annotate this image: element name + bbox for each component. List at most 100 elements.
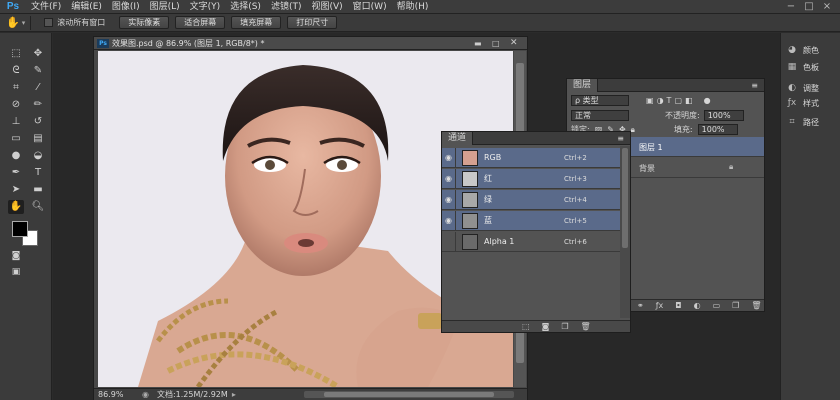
- dodge-tool-icon[interactable]: ◒: [30, 149, 46, 163]
- filter-toggle-icon[interactable]: ●: [704, 96, 711, 105]
- dock-styles[interactable]: ƒx 样式: [785, 96, 819, 110]
- opacity-field[interactable]: 100%: [703, 110, 744, 121]
- blend-mode-dropdown[interactable]: 正常: [571, 110, 629, 121]
- quick-select-tool-icon[interactable]: ✎: [30, 64, 46, 78]
- delete-layer-icon[interactable]: 🗑︎: [751, 301, 761, 310]
- layer-name[interactable]: 背景: [639, 163, 655, 174]
- add-mask-icon[interactable]: ◘: [675, 301, 681, 310]
- horizontal-scrollbar[interactable]: [304, 391, 514, 398]
- fill-field[interactable]: 100%: [697, 124, 738, 135]
- tab-channels[interactable]: 通道: [442, 131, 474, 145]
- menu-window[interactable]: 窗口(W): [348, 0, 392, 14]
- screen-mode-icon[interactable]: ▣: [8, 265, 24, 279]
- menu-edit[interactable]: 编辑(E): [66, 0, 107, 14]
- dock-paths[interactable]: ⌗ 路径: [785, 115, 819, 129]
- layer-name[interactable]: 图层 1: [639, 142, 663, 153]
- fill-label: 填充:: [673, 125, 693, 134]
- menu-type[interactable]: 文字(Y): [185, 0, 226, 14]
- link-layers-icon[interactable]: ⚭: [637, 301, 644, 310]
- quick-mask-icon[interactable]: ◙: [8, 249, 24, 263]
- scrollbar-thumb[interactable]: [622, 148, 628, 248]
- tool-preset-chevron-icon[interactable]: ▾: [22, 19, 26, 27]
- menu-select[interactable]: 选择(S): [225, 0, 266, 14]
- smart-filter-icon[interactable]: ◧: [685, 96, 693, 105]
- brush-tool-icon[interactable]: ✏: [30, 98, 46, 112]
- shape-filter-icon[interactable]: ▢: [674, 96, 682, 105]
- minimize-icon[interactable]: −: [784, 0, 798, 14]
- path-select-tool-icon[interactable]: ➤: [8, 183, 24, 197]
- print-size-button[interactable]: 打印尺寸: [287, 16, 338, 29]
- marquee-tool-icon[interactable]: ⬚: [8, 47, 24, 61]
- new-channel-icon[interactable]: ❐: [561, 322, 568, 331]
- ps-file-icon: Ps: [97, 38, 109, 48]
- close-icon[interactable]: ×: [820, 0, 834, 14]
- styles-icon: ƒx: [787, 98, 797, 108]
- dock-adjustments[interactable]: ◐ 调整: [785, 81, 819, 95]
- eye-icon[interactable]: ◉: [442, 189, 456, 210]
- healing-brush-tool-icon[interactable]: ⊘: [8, 98, 24, 112]
- zoom-level[interactable]: 86.9%: [98, 390, 142, 399]
- eye-icon[interactable]: ◉: [442, 147, 456, 168]
- fill-screen-button[interactable]: 填充屏幕: [231, 16, 282, 29]
- menu-help[interactable]: 帮助(H): [392, 0, 434, 14]
- eye-icon[interactable]: ◉: [442, 168, 456, 189]
- menu-image[interactable]: 图像(I): [107, 0, 145, 14]
- clone-stamp-tool-icon[interactable]: ⊥: [8, 115, 24, 129]
- hand-tool-icon[interactable]: ✋: [8, 200, 24, 214]
- fit-screen-button[interactable]: 适合屏幕: [175, 16, 226, 29]
- new-layer-icon[interactable]: ❐: [732, 301, 739, 310]
- divider: [30, 15, 32, 30]
- lock-all-icon[interactable]: 🔒︎: [631, 125, 635, 135]
- status-menu-chevron-icon[interactable]: ▸: [232, 390, 236, 399]
- adjust-filter-icon[interactable]: ◑: [657, 96, 664, 105]
- eye-hidden-icon[interactable]: [442, 231, 456, 252]
- channel-row-blue[interactable]: ◉ 蓝 Ctrl+5: [442, 210, 620, 231]
- delete-channel-icon[interactable]: 🗑︎: [581, 322, 591, 331]
- channel-row-green[interactable]: ◉ 绿 Ctrl+4: [442, 189, 620, 210]
- channel-row-alpha[interactable]: Alpha 1 Ctrl+6: [442, 231, 620, 252]
- eye-icon[interactable]: ◉: [442, 210, 456, 231]
- pixel-filter-icon[interactable]: ▣: [646, 96, 654, 105]
- tab-layers[interactable]: 图层: [567, 78, 599, 92]
- move-tool-icon[interactable]: ✥: [30, 47, 46, 61]
- crop-tool-icon[interactable]: ⌗: [8, 81, 24, 95]
- scroll-all-checkbox[interactable]: [44, 18, 54, 27]
- menu-filter[interactable]: 滤镜(T): [266, 0, 307, 14]
- menu-file[interactable]: 文件(F): [26, 0, 66, 14]
- actual-pixels-button[interactable]: 实际像素: [119, 16, 170, 29]
- load-selection-icon[interactable]: ⬚: [522, 322, 530, 331]
- eraser-tool-icon[interactable]: ▭: [8, 132, 24, 146]
- foreground-color-swatch[interactable]: [12, 221, 28, 237]
- document-tab[interactable]: Ps 效果图.psd @ 86.9% (图层 1, RGB/8*) * ▬ □ …: [94, 37, 527, 50]
- channels-scrollbar[interactable]: [620, 146, 630, 318]
- menu-layer[interactable]: 图层(L): [145, 0, 185, 14]
- dock-color[interactable]: ◕ 颜色: [785, 43, 819, 57]
- gradient-tool-icon[interactable]: ▤: [30, 132, 46, 146]
- close-icon[interactable]: ✕: [510, 38, 518, 48]
- zoom-tool-icon[interactable]: 🔍︎: [30, 200, 46, 214]
- menu-view[interactable]: 视图(V): [306, 0, 347, 14]
- type-tool-icon[interactable]: T: [30, 166, 46, 180]
- channel-row-rgb[interactable]: ◉ RGB Ctrl+2: [442, 147, 620, 168]
- minimize-icon[interactable]: ▬: [474, 39, 482, 48]
- save-selection-icon[interactable]: ◙: [542, 322, 550, 331]
- scrollbar-thumb[interactable]: [324, 392, 494, 397]
- filter-kind-dropdown[interactable]: ρ 类型: [571, 95, 629, 106]
- panel-menu-icon[interactable]: ≡: [611, 132, 630, 145]
- channel-row-red[interactable]: ◉ 红 Ctrl+3: [442, 168, 620, 189]
- new-group-icon[interactable]: ▭: [713, 301, 721, 310]
- restore-icon[interactable]: □: [492, 39, 500, 48]
- eyedropper-tool-icon[interactable]: ⁄: [30, 81, 46, 95]
- new-fill-layer-icon[interactable]: ◐: [694, 301, 701, 310]
- maximize-icon[interactable]: □: [802, 0, 816, 14]
- blur-tool-icon[interactable]: ●: [8, 149, 24, 163]
- type-filter-icon[interactable]: T: [667, 96, 672, 105]
- dock-swatches[interactable]: ▦ 色板: [785, 60, 819, 74]
- info-icon[interactable]: ◉: [142, 390, 149, 399]
- panel-menu-icon[interactable]: ≡: [745, 79, 764, 92]
- history-brush-tool-icon[interactable]: ↺: [30, 115, 46, 129]
- layer-style-icon[interactable]: ƒx: [656, 301, 664, 310]
- shape-tool-icon[interactable]: ▬: [30, 183, 46, 197]
- pen-tool-icon[interactable]: ✒: [8, 166, 24, 180]
- lasso-tool-icon[interactable]: ᘓ: [8, 64, 24, 78]
